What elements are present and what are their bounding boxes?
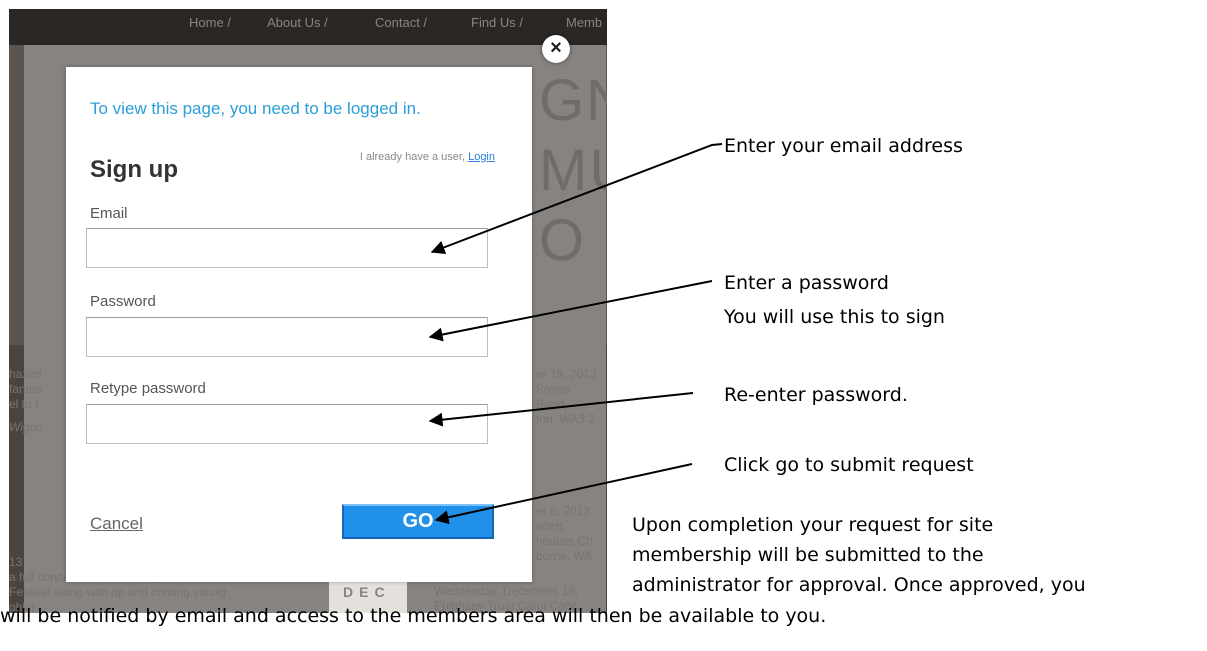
arrow-email (430, 143, 723, 255)
arrow-password (428, 280, 713, 342)
arrow-go (434, 463, 693, 525)
annotation-arrows (428, 143, 723, 525)
arrow-retype (428, 392, 694, 427)
